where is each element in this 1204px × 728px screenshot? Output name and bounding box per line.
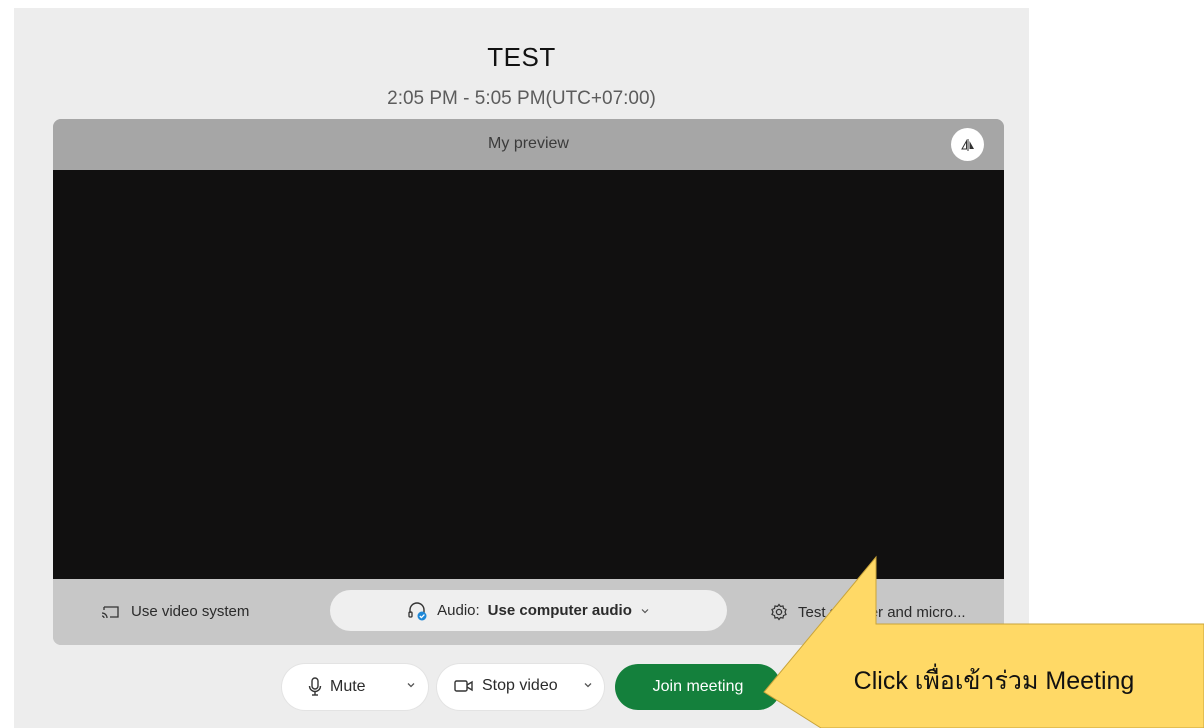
video-control: Stop video — [437, 664, 604, 710]
test-speaker-label: Test speaker and micro... — [798, 603, 966, 621]
stop-video-button[interactable]: Stop video — [454, 677, 558, 695]
chevron-down-icon — [641, 608, 649, 613]
meeting-time: 2:05 PM - 5:05 PM(UTC+07:00) — [387, 88, 656, 109]
mirror-button[interactable] — [951, 128, 984, 161]
preview-header: My preview — [53, 119, 1004, 170]
video-options-chevron-icon[interactable] — [582, 680, 594, 690]
mute-label: Mute — [330, 678, 366, 695]
preview-title: My preview — [488, 135, 569, 152]
mute-options-chevron-icon[interactable] — [405, 680, 417, 690]
preview-options-bar: Use video system Audio: Use computer aud… — [53, 579, 1004, 645]
join-meeting-button[interactable]: Join meeting — [615, 664, 781, 710]
meeting-title: TEST — [487, 42, 556, 72]
mute-control: Mute — [282, 664, 428, 710]
use-video-system-button[interactable]: Use video system — [101, 603, 249, 620]
mute-button[interactable]: Mute — [308, 677, 366, 697]
camera-icon — [454, 680, 473, 692]
join-meeting-label: Join meeting — [652, 678, 744, 695]
camera-feed — [53, 170, 1004, 579]
use-video-system-label: Use video system — [131, 603, 250, 620]
microphone-icon — [308, 677, 322, 696]
stop-video-label: Stop video — [482, 677, 558, 694]
audio-value: Use computer audio — [487, 602, 632, 619]
test-speaker-button[interactable]: Test speaker and micro... — [770, 603, 966, 621]
headset-icon — [408, 601, 427, 620]
callout-text: Click เพื่อเข้าร่วม Meeting — [853, 667, 1135, 695]
mirror-icon — [960, 138, 974, 151]
cast-icon — [101, 605, 119, 618]
gear-icon — [771, 603, 787, 621]
audio-select[interactable]: Audio: Use computer audio — [330, 590, 727, 631]
audio-prefix: Audio: — [437, 602, 480, 619]
video-preview: My preview Use video system Audio: Use c… — [53, 119, 1004, 645]
